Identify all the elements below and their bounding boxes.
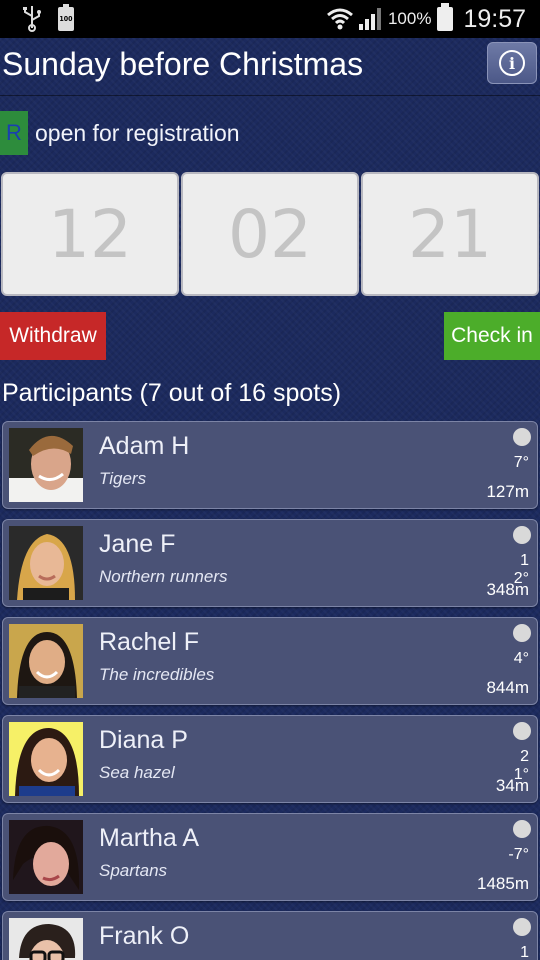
- signal-icon: [358, 7, 384, 31]
- participant-card[interactable]: Jane F Northern runners 12° 348m: [2, 519, 538, 607]
- status-indicator: [513, 820, 531, 838]
- participant-team: The incredibles: [99, 665, 215, 684]
- status-indicator: [513, 918, 531, 936]
- avatar: [9, 820, 83, 894]
- info-icon: i: [499, 50, 525, 76]
- participant-name: Rachel F: [99, 628, 200, 656]
- avatar: [9, 722, 83, 796]
- app-header: Sunday before Christmas i: [0, 38, 540, 96]
- participant-heading: 1: [520, 944, 529, 960]
- battery-percent: 100%: [387, 9, 432, 28]
- avatar: [9, 526, 83, 600]
- participant-distance: 34m: [495, 776, 529, 795]
- participant-team: Northern runners: [99, 567, 228, 586]
- status-indicator: [513, 722, 531, 740]
- status-indicator: [513, 526, 531, 544]
- withdraw-button[interactable]: Withdraw: [0, 312, 106, 360]
- participant-team: Tigers: [99, 469, 147, 488]
- participant-distance: 1485m: [477, 874, 529, 893]
- status-bar: 100 100% 19:57: [0, 0, 540, 38]
- participant-name: Frank O: [99, 922, 190, 950]
- participant-name: Jane F: [99, 530, 176, 558]
- participant-card[interactable]: Adam H Tigers 7° 127m: [2, 421, 538, 509]
- avatar: [9, 624, 83, 698]
- wifi-icon: [326, 7, 354, 31]
- participant-distance: 348m: [486, 580, 529, 599]
- participant-team: Spartans: [99, 861, 168, 880]
- participant-card[interactable]: Rachel F The incredibles 4° 844m: [2, 617, 538, 705]
- status-indicator: [513, 428, 531, 446]
- countdown-segment: 12: [1, 172, 179, 296]
- participant-card[interactable]: Martha A Spartans -7° 1485m: [2, 813, 538, 901]
- registration-label: open for registration: [35, 119, 240, 146]
- countdown-segment: 21: [361, 172, 539, 296]
- usb-icon: [22, 6, 42, 32]
- participant-card[interactable]: Diana P Sea hazel 21° 34m: [2, 715, 538, 803]
- countdown: 12 02 21: [0, 172, 540, 296]
- participant-name: Adam H: [99, 432, 190, 460]
- participant-heading: -7°: [508, 846, 529, 863]
- registration-badge: R: [0, 111, 28, 155]
- avatar: [9, 428, 83, 502]
- participant-name: Diana P: [99, 726, 188, 754]
- info-button[interactable]: i: [487, 42, 537, 84]
- participant-distance: 844m: [486, 678, 529, 697]
- registration-status: R open for registration: [0, 111, 240, 155]
- participant-heading: 4°: [513, 650, 529, 667]
- participant-distance: 127m: [486, 482, 529, 501]
- avatar: [9, 918, 83, 960]
- clock: 19:57: [463, 4, 526, 33]
- participant-team: Sea hazel: [99, 763, 175, 782]
- participants-heading: Participants (7 out of 16 spots): [2, 379, 342, 407]
- battery-icon: [437, 3, 454, 31]
- participant-card[interactable]: Frank O 1: [2, 911, 538, 960]
- check-in-button[interactable]: Check in: [444, 312, 540, 360]
- page-title: Sunday before Christmas: [2, 46, 364, 82]
- battery-100-icon: 100: [58, 4, 74, 31]
- countdown-segment: 02: [181, 172, 359, 296]
- participant-name: Martha A: [99, 824, 200, 852]
- status-indicator: [513, 624, 531, 642]
- participant-heading: 7°: [513, 454, 529, 471]
